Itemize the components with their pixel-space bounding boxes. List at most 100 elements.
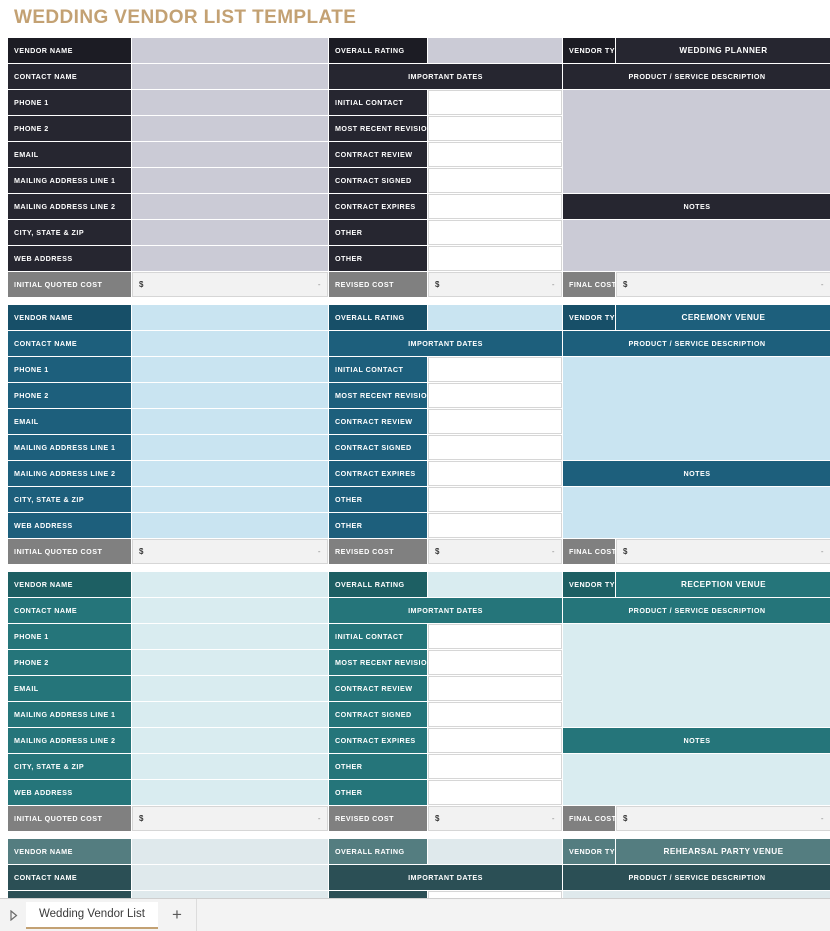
- input-email[interactable]: [132, 142, 328, 167]
- input-notes[interactable]: [563, 754, 830, 805]
- input-phone-2[interactable]: [132, 650, 328, 675]
- input-contact-name[interactable]: [132, 331, 328, 356]
- label-city-state-zip: CITY, STATE & ZIP: [8, 220, 131, 245]
- input-city-state-zip[interactable]: [132, 487, 328, 512]
- input-web-address[interactable]: [132, 780, 328, 805]
- input-phone-2[interactable]: [132, 116, 328, 141]
- label-contract-expires: CONTRACT EXPIRES: [329, 194, 427, 219]
- input-initial-quoted-cost[interactable]: $ -: [132, 806, 328, 831]
- input-mailing-address-line-2[interactable]: [132, 461, 328, 486]
- input-phone-1[interactable]: [132, 90, 328, 115]
- input-email[interactable]: [132, 409, 328, 434]
- input-web-address[interactable]: [132, 513, 328, 538]
- input-vendor-name[interactable]: [132, 38, 328, 63]
- input-initial-contact[interactable]: [428, 624, 562, 649]
- input-other-1[interactable]: [428, 754, 562, 779]
- input-most-recent-revision[interactable]: [428, 650, 562, 675]
- input-revised-cost[interactable]: $ -: [428, 539, 562, 564]
- input-phone-1[interactable]: [132, 624, 328, 649]
- input-contract-signed[interactable]: [428, 702, 562, 727]
- input-final-cost[interactable]: $ -: [616, 806, 830, 831]
- label-initial-quoted-cost: INITIAL QUOTED COST: [8, 539, 131, 564]
- input-notes[interactable]: [563, 487, 830, 538]
- input-mailing-address-line-1[interactable]: [132, 702, 328, 727]
- input-other-2[interactable]: [428, 246, 562, 271]
- input-other-1[interactable]: [428, 487, 562, 512]
- label-city-state-zip: CITY, STATE & ZIP: [8, 754, 131, 779]
- input-email[interactable]: [132, 676, 328, 701]
- input-product-service-description[interactable]: [563, 357, 830, 460]
- currency-symbol: $: [139, 814, 144, 823]
- input-other-2[interactable]: [428, 513, 562, 538]
- vendor-block: VENDOR NAMECONTACT NAMEPHONE 1PHONE 2EMA…: [8, 572, 830, 831]
- cost-amount: -: [317, 547, 321, 556]
- label-initial-contact: INITIAL CONTACT: [329, 891, 427, 898]
- label-final-cost: FINAL COST: [563, 272, 615, 297]
- input-mailing-address-line-2[interactable]: [132, 728, 328, 753]
- input-mailing-address-line-1[interactable]: [132, 435, 328, 460]
- add-sheet-button[interactable]: +: [158, 899, 196, 931]
- input-phone-2[interactable]: [132, 383, 328, 408]
- input-contract-review[interactable]: [428, 676, 562, 701]
- input-city-state-zip[interactable]: [132, 220, 328, 245]
- label-contact-name: CONTACT NAME: [8, 64, 131, 89]
- label-other-1: OTHER: [329, 487, 427, 512]
- vendor-type-name[interactable]: WEDDING PLANNER: [616, 38, 830, 63]
- input-overall-rating[interactable]: [428, 305, 562, 330]
- input-mailing-address-line-2[interactable]: [132, 194, 328, 219]
- input-vendor-name[interactable]: [132, 572, 328, 597]
- input-overall-rating[interactable]: [428, 38, 562, 63]
- input-product-service-description[interactable]: [563, 90, 830, 193]
- input-product-service-description[interactable]: [563, 624, 830, 727]
- vendor-blocks-container: VENDOR NAME CONTACT NAME PHONE 1 PHONE 2 EMA…: [0, 38, 830, 898]
- currency-symbol: $: [139, 280, 144, 289]
- input-notes[interactable]: [563, 220, 830, 271]
- input-phone-1[interactable]: [132, 357, 328, 382]
- input-contract-expires[interactable]: [428, 194, 562, 219]
- header-notes: NOTES: [563, 728, 830, 753]
- input-contract-signed[interactable]: [428, 168, 562, 193]
- input-phone-1[interactable]: [132, 891, 328, 898]
- input-contract-expires[interactable]: [428, 728, 562, 753]
- vendor-type-name[interactable]: RECEPTION VENUE: [616, 572, 830, 597]
- input-contract-review[interactable]: [428, 409, 562, 434]
- input-revised-cost[interactable]: $ -: [428, 806, 562, 831]
- cost-amount: -: [317, 814, 321, 823]
- cost-amount: -: [820, 547, 824, 556]
- currency-symbol: $: [435, 547, 440, 556]
- input-overall-rating[interactable]: [428, 839, 562, 864]
- input-contract-expires[interactable]: [428, 461, 562, 486]
- input-product-service-description[interactable]: [563, 891, 830, 898]
- input-overall-rating[interactable]: [428, 572, 562, 597]
- input-contact-name[interactable]: [132, 598, 328, 623]
- input-other-1[interactable]: [428, 220, 562, 245]
- scroll-right-icon[interactable]: [0, 899, 26, 931]
- input-most-recent-revision[interactable]: [428, 116, 562, 141]
- label-initial-contact: INITIAL CONTACT: [329, 90, 427, 115]
- input-final-cost[interactable]: $ -: [616, 272, 830, 297]
- input-initial-contact[interactable]: [428, 891, 562, 898]
- input-final-cost[interactable]: $ -: [616, 539, 830, 564]
- input-mailing-address-line-1[interactable]: [132, 168, 328, 193]
- vendor-type-name[interactable]: REHEARSAL PARTY VENUE: [616, 839, 830, 864]
- input-other-2[interactable]: [428, 780, 562, 805]
- label-most-recent-revision: MOST RECENT REVISION: [329, 383, 427, 408]
- input-city-state-zip[interactable]: [132, 754, 328, 779]
- input-contract-review[interactable]: [428, 142, 562, 167]
- input-revised-cost[interactable]: $ -: [428, 272, 562, 297]
- input-vendor-name[interactable]: [132, 839, 328, 864]
- input-initial-quoted-cost[interactable]: $ -: [132, 272, 328, 297]
- input-initial-quoted-cost[interactable]: $ -: [132, 539, 328, 564]
- sheet-tab-wedding-vendor-list[interactable]: Wedding Vendor List: [26, 901, 158, 929]
- input-contact-name[interactable]: [132, 865, 328, 890]
- input-initial-contact[interactable]: [428, 357, 562, 382]
- page-title: WEDDING VENDOR LIST TEMPLATE: [14, 7, 357, 28]
- input-contract-signed[interactable]: [428, 435, 562, 460]
- input-initial-contact[interactable]: [428, 90, 562, 115]
- cost-amount: -: [820, 280, 824, 289]
- input-most-recent-revision[interactable]: [428, 383, 562, 408]
- vendor-type-name[interactable]: CEREMONY VENUE: [616, 305, 830, 330]
- input-web-address[interactable]: [132, 246, 328, 271]
- input-contact-name[interactable]: [132, 64, 328, 89]
- input-vendor-name[interactable]: [132, 305, 328, 330]
